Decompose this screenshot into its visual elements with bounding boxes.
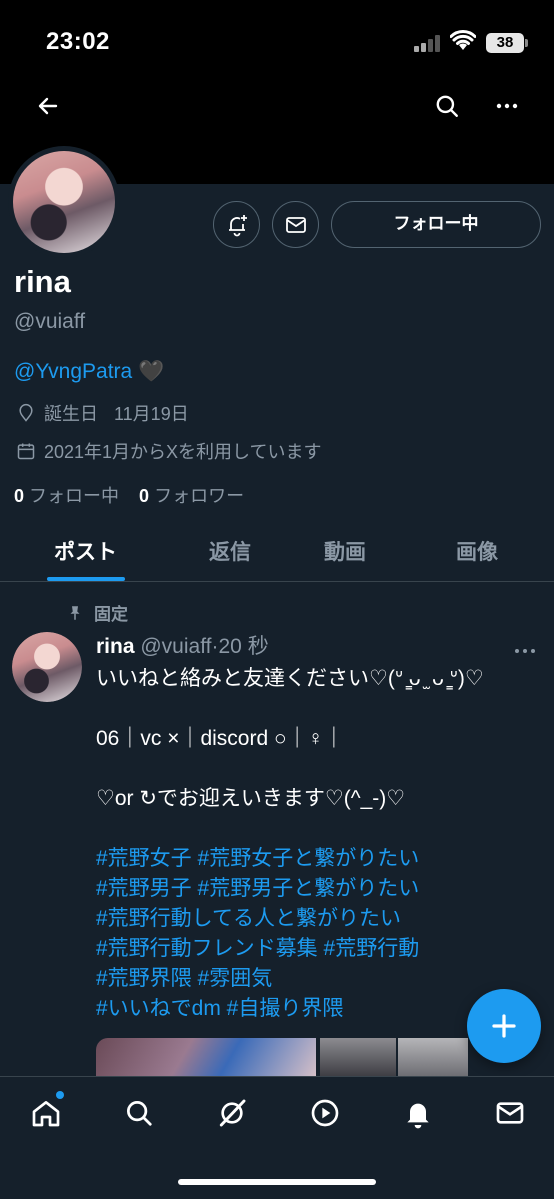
profile-handle: @vuiaff (14, 310, 86, 333)
post-author-handle: @vuiaff (140, 635, 212, 658)
pinned-label: 固定 (66, 600, 128, 625)
calendar-icon (17, 443, 35, 460)
mail-icon (496, 1102, 524, 1124)
tab-images[interactable]: 画像 (456, 536, 498, 566)
nav-home[interactable] (26, 1091, 66, 1133)
search-button[interactable] (427, 86, 467, 126)
home-icon (32, 1101, 60, 1127)
hashtag-line[interactable]: #荒野男子 #荒野男子と繋がりたい (96, 874, 536, 904)
post-line: いいねと絡みと友達ください♡(ᐡ ̳ᴗ ̫ ᴗ ̳ᐡ)♡ (96, 667, 484, 690)
search-icon (127, 1101, 152, 1126)
home-indicator (178, 1179, 376, 1185)
following-link[interactable]: 0 フォロー中 (14, 486, 119, 506)
notification-subscribe-button[interactable] (213, 201, 260, 248)
nav-explore[interactable] (119, 1093, 159, 1133)
followers-link[interactable]: 0 フォロワー (139, 486, 244, 506)
profile-bio: @YvngPatra 🖤 (14, 360, 164, 384)
back-button[interactable] (28, 86, 68, 126)
notification-bell-plus-icon (228, 214, 247, 236)
active-tab-indicator (47, 577, 125, 581)
post-media-image[interactable] (96, 1038, 316, 1078)
bio-emoji: 🖤 (138, 360, 165, 383)
status-bar: 23:02 38 (0, 0, 554, 84)
home-notification-dot (56, 1091, 64, 1099)
mail-icon (285, 216, 306, 233)
profile-tabs: ポスト 返信 動画 画像 (0, 524, 554, 582)
search-icon (436, 95, 458, 117)
follow-counts: 0 フォロー中 0 フォロワー (14, 482, 244, 508)
post-author-name[interactable]: rina (96, 635, 135, 658)
hashtag-line[interactable]: #荒野界隈 #雰囲気 (96, 964, 536, 994)
pin-icon (70, 605, 80, 620)
compose-post-button[interactable] (467, 989, 541, 1063)
message-button[interactable] (272, 201, 319, 248)
post-text: いいねと絡みと友達ください♡(ᐡ ̳ᴗ ̫ ᴗ ̳ᐡ)♡ 06｜vc ×｜dis… (96, 664, 536, 1024)
wifi-icon (450, 30, 476, 50)
profile-name: rina (14, 264, 71, 299)
post-more-button[interactable] (514, 642, 536, 660)
back-arrow-icon (38, 97, 58, 115)
birthday-label: 誕生日 (44, 404, 98, 424)
tab-posts[interactable]: ポスト (54, 536, 117, 566)
post-line: ♡or ↻でお迎えいきます♡(^_-)♡ (96, 787, 406, 810)
more-icon (515, 649, 535, 653)
hashtag-line[interactable]: #荒野女子 #荒野女子と繋がりたい (96, 844, 536, 874)
post-media-image[interactable] (320, 1038, 396, 1078)
more-icon (496, 103, 518, 109)
bell-icon (407, 1103, 429, 1129)
tab-replies[interactable]: 返信 (209, 536, 251, 566)
location-icon (19, 403, 33, 422)
nav-grok[interactable] (212, 1093, 252, 1133)
more-options-button[interactable] (487, 86, 527, 126)
birthday-row: 誕生日 11月19日 (16, 400, 189, 426)
hashtag-line[interactable]: #荒野行動してる人と繋がりたい (96, 904, 536, 934)
play-icon (311, 1099, 339, 1127)
post-media-image[interactable] (398, 1038, 468, 1078)
hashtag-line[interactable]: #荒野行動フレンド募集 #荒野行動 (96, 934, 536, 964)
post-time: 20 秒 (218, 635, 269, 658)
post-line: 06｜vc ×｜discord ○｜♀｜ (96, 727, 345, 750)
nav-messages[interactable] (490, 1093, 530, 1133)
plus-icon (492, 1014, 516, 1038)
status-time: 23:02 (46, 28, 110, 55)
nav-notifications[interactable] (398, 1093, 438, 1133)
nav-videos[interactable] (305, 1093, 345, 1133)
joined-row: 2021年1月からXを利用しています (16, 438, 322, 464)
bio-mention-link[interactable]: @YvngPatra (14, 360, 132, 384)
joined-date: 2021年1月からXを利用しています (44, 442, 322, 462)
cellular-signal-icon (414, 34, 444, 52)
birthday-value: 11月19日 (114, 404, 189, 424)
profile-avatar[interactable] (8, 146, 120, 258)
battery-indicator: 38 (486, 33, 528, 53)
post-header: rina @vuiaff·20 秒 (96, 635, 269, 658)
following-button[interactable]: フォロー中 (331, 201, 541, 248)
grok-icon (219, 1099, 246, 1127)
tab-videos[interactable]: 動画 (324, 536, 366, 566)
post-author-avatar[interactable] (12, 632, 82, 702)
